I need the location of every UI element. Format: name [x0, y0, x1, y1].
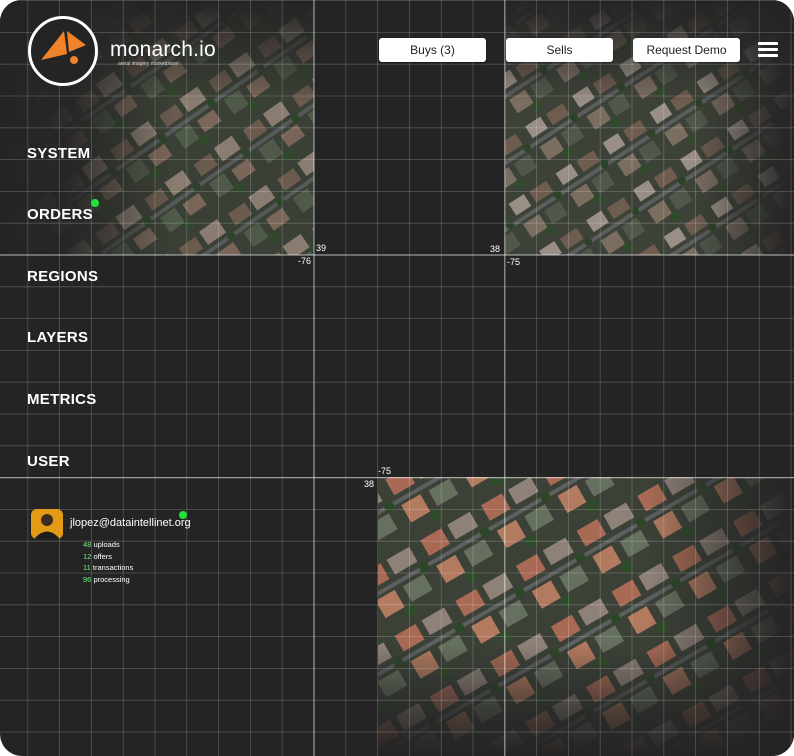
- user-stats: 48 uploads 12 offers 11 transactions 96 …: [83, 539, 133, 585]
- nav-item-system[interactable]: SYSTEM: [27, 145, 90, 162]
- buys-button[interactable]: Buys (3): [379, 38, 486, 62]
- aerial-tile-southeast[interactable]: [378, 477, 794, 756]
- user-portrait-icon: [34, 514, 60, 539]
- stat-value: 96: [83, 574, 92, 584]
- orders-status-dot: [91, 199, 99, 207]
- stat-label: offers: [93, 551, 113, 561]
- tile-lon-label: -76: [298, 256, 312, 266]
- sells-button[interactable]: Sells: [506, 38, 613, 62]
- user-online-dot: [179, 511, 187, 519]
- hamburger-menu-icon[interactable]: [758, 42, 780, 58]
- brand-name: monarch.io: [110, 38, 216, 61]
- avatar[interactable]: [31, 509, 63, 539]
- tile-lat-label: 38: [364, 479, 375, 489]
- fade-overlay: [378, 477, 794, 756]
- stat-row: 11 transactions: [83, 562, 133, 574]
- stat-value: 12: [83, 551, 92, 561]
- brand-logo[interactable]: [28, 16, 98, 86]
- tile-lon-label: -75: [378, 466, 392, 476]
- stat-row: 48 uploads: [83, 539, 133, 551]
- stat-row: 12 offers: [83, 551, 133, 563]
- stat-row: 96 processing: [83, 574, 133, 586]
- nav-item-orders[interactable]: ORDERS: [27, 206, 93, 223]
- stat-label: transactions: [92, 563, 134, 573]
- tile-lat-label: 38: [490, 244, 501, 254]
- nav-item-user[interactable]: USER: [27, 453, 70, 470]
- nav-item-regions[interactable]: REGIONS: [27, 268, 98, 285]
- tile-lat-label: 39: [316, 243, 327, 253]
- stat-label: uploads: [93, 540, 120, 549]
- nav-item-layers[interactable]: LAYERS: [27, 329, 88, 346]
- app-frame: monarch.io aerial imagery marketplace Bu…: [0, 0, 794, 756]
- tile-lon-label: -75: [507, 257, 521, 267]
- butterfly-logo-icon: [41, 31, 86, 64]
- request-demo-button[interactable]: Request Demo: [633, 38, 740, 62]
- stat-label: processing: [93, 574, 130, 584]
- brand-tagline: aerial imagery marketplace: [118, 61, 179, 67]
- stat-value: 48: [83, 540, 92, 549]
- nav-item-metrics[interactable]: METRICS: [27, 391, 97, 408]
- stat-value: 11: [83, 563, 91, 573]
- user-email: jlopez@dataintellinet.org: [70, 517, 191, 529]
